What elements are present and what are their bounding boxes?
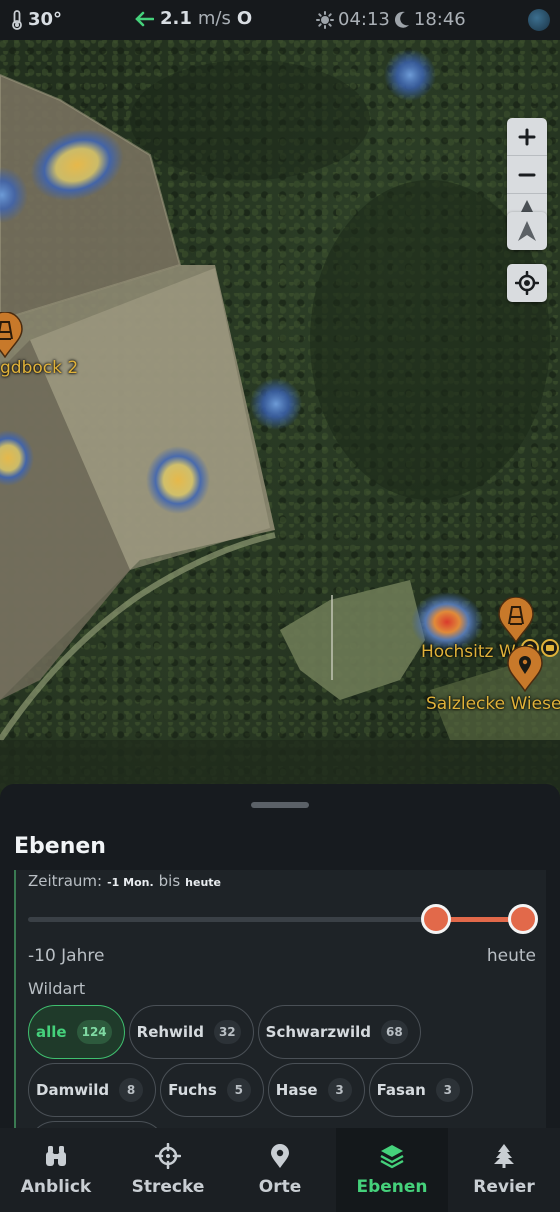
chip-count-badge: 32 — [213, 1020, 241, 1044]
navigation-arrow-icon — [518, 221, 536, 241]
nav-label: Orte — [258, 1177, 302, 1197]
crosshair-icon — [155, 1143, 181, 1169]
nav-label: Anblick — [20, 1177, 92, 1197]
bottom-navigation: Anblick Strecke Orte Ebenen Revier — [0, 1128, 560, 1212]
chip-label: Schwarzwild — [265, 1023, 371, 1041]
zoom-in-button[interactable] — [507, 118, 547, 156]
chip-label: Fuchs — [168, 1081, 217, 1099]
layers-icon — [380, 1145, 404, 1169]
pin-label-salzlecke: Salzlecke Wiese — [426, 694, 560, 714]
wildart-chip[interactable]: alle 124 — [28, 1005, 125, 1059]
chip-count-badge: 3 — [327, 1078, 352, 1102]
nav-orte[interactable]: Orte — [224, 1128, 336, 1212]
heatmap-spot — [0, 430, 34, 486]
nav-label: Strecke — [131, 1177, 205, 1197]
zeitraum-slider[interactable] — [28, 892, 538, 946]
chip-count-badge: 5 — [226, 1078, 251, 1102]
sheet-title: Ebenen — [14, 834, 106, 859]
plus-icon — [518, 128, 536, 145]
chip-count-badge: 68 — [381, 1020, 408, 1044]
chip-count-badge: 124 — [76, 1020, 112, 1044]
zeitraum-to: heute — [185, 876, 222, 889]
wind-unit: m/s — [197, 8, 231, 29]
map-pin-icon — [271, 1144, 289, 1168]
chip-count-badge: 3 — [435, 1078, 460, 1102]
wind-arrow-icon — [135, 11, 154, 26]
chip-label: Hase — [275, 1081, 318, 1099]
slider-max-label: heute — [486, 946, 536, 966]
nav-ebenen[interactable]: Ebenen — [336, 1128, 448, 1212]
hochsitz-pin[interactable] — [0, 311, 24, 359]
moon-icon — [394, 11, 409, 28]
zeitraum-from: -1 Mon. — [107, 876, 154, 889]
map-view[interactable]: gdbock 2 Hochsitz W Salzlecke Wiese — [0, 40, 560, 800]
filter-panel: Zeitraum: -1 Mon. bis heute -10 Jahre he… — [14, 870, 546, 1175]
sunrise-time: 04:13 — [338, 9, 390, 30]
heatmap-spot — [250, 378, 302, 430]
heatmap-spot — [146, 446, 210, 514]
wildart-chip[interactable]: Hase 3 — [267, 1063, 365, 1117]
zeitraum-sep: bis — [158, 872, 181, 890]
wildart-chip[interactable]: Damwild 8 — [28, 1063, 157, 1117]
temperature-indicator: 30° — [10, 9, 62, 30]
hochsitz-icon — [498, 596, 534, 644]
binoculars-icon — [46, 1146, 66, 1166]
locate-icon — [515, 271, 539, 295]
hochsitz-pin[interactable] — [497, 596, 535, 644]
chip-label: alle — [36, 1023, 67, 1041]
heatmap-spot — [0, 167, 28, 223]
wildart-chip[interactable]: Rehwild 32 — [128, 1005, 254, 1059]
tree-icon — [494, 1144, 514, 1168]
wildart-label: Wildart — [28, 979, 86, 998]
wind-indicator: 2.1 m/s O — [134, 8, 252, 29]
nav-revier[interactable]: Revier — [448, 1128, 560, 1212]
nav-anblick[interactable]: Anblick — [0, 1128, 112, 1212]
nav-label: Ebenen — [356, 1177, 428, 1197]
globe-icon[interactable] — [528, 9, 550, 31]
thermometer-icon — [12, 9, 22, 30]
chip-label: Fasan — [376, 1081, 426, 1099]
sunset-time: 18:46 — [413, 9, 466, 30]
zeitraum-title: Zeitraum: — [28, 872, 103, 890]
slider-thumb-end[interactable] — [507, 904, 538, 934]
chip-count-badge: 8 — [119, 1078, 144, 1102]
heatmap-layer — [0, 49, 483, 652]
wildart-chip[interactable]: Fasan 3 — [368, 1063, 473, 1117]
temperature-value: 30° — [28, 9, 63, 30]
navigation-button[interactable] — [507, 212, 547, 250]
wind-direction: O — [236, 8, 253, 29]
zeitraum-label: Zeitraum: -1 Mon. bis heute — [28, 872, 221, 890]
minus-icon — [518, 173, 536, 176]
wildart-chip[interactable]: Schwarzwild 68 — [257, 1005, 421, 1059]
slider-min-label: -10 Jahre — [28, 946, 105, 966]
pin-label-hochsitz-left: gdbock 2 — [0, 358, 79, 378]
sun-times: 04:13 18:46 — [316, 9, 466, 30]
locate-button[interactable] — [507, 264, 547, 302]
place-icon — [507, 645, 543, 693]
wildart-chip[interactable]: Fuchs 5 — [160, 1063, 264, 1117]
sheet-drag-handle[interactable] — [251, 802, 309, 808]
pin-label-hochsitz-right: Hochsitz W — [421, 642, 516, 662]
heatmap-spot — [30, 129, 124, 201]
chip-label: Damwild — [36, 1081, 110, 1099]
zoom-out-button[interactable] — [507, 156, 547, 194]
nav-label: Revier — [473, 1177, 535, 1197]
place-pin[interactable] — [506, 645, 544, 693]
hochsitz-icon — [0, 311, 23, 359]
wind-speed: 2.1 — [160, 8, 192, 29]
chip-label: Rehwild — [136, 1023, 204, 1041]
status-bar: 30° 2.1 m/s O 04:13 18:46 — [0, 0, 560, 40]
nav-strecke[interactable]: Strecke — [112, 1128, 224, 1212]
layers-sheet: Ebenen Zeitraum: -1 Mon. bis heute -10 J… — [0, 784, 560, 1175]
sun-icon — [316, 10, 334, 29]
slider-thumb-start[interactable] — [421, 904, 451, 934]
heatmap-spot — [384, 49, 436, 101]
